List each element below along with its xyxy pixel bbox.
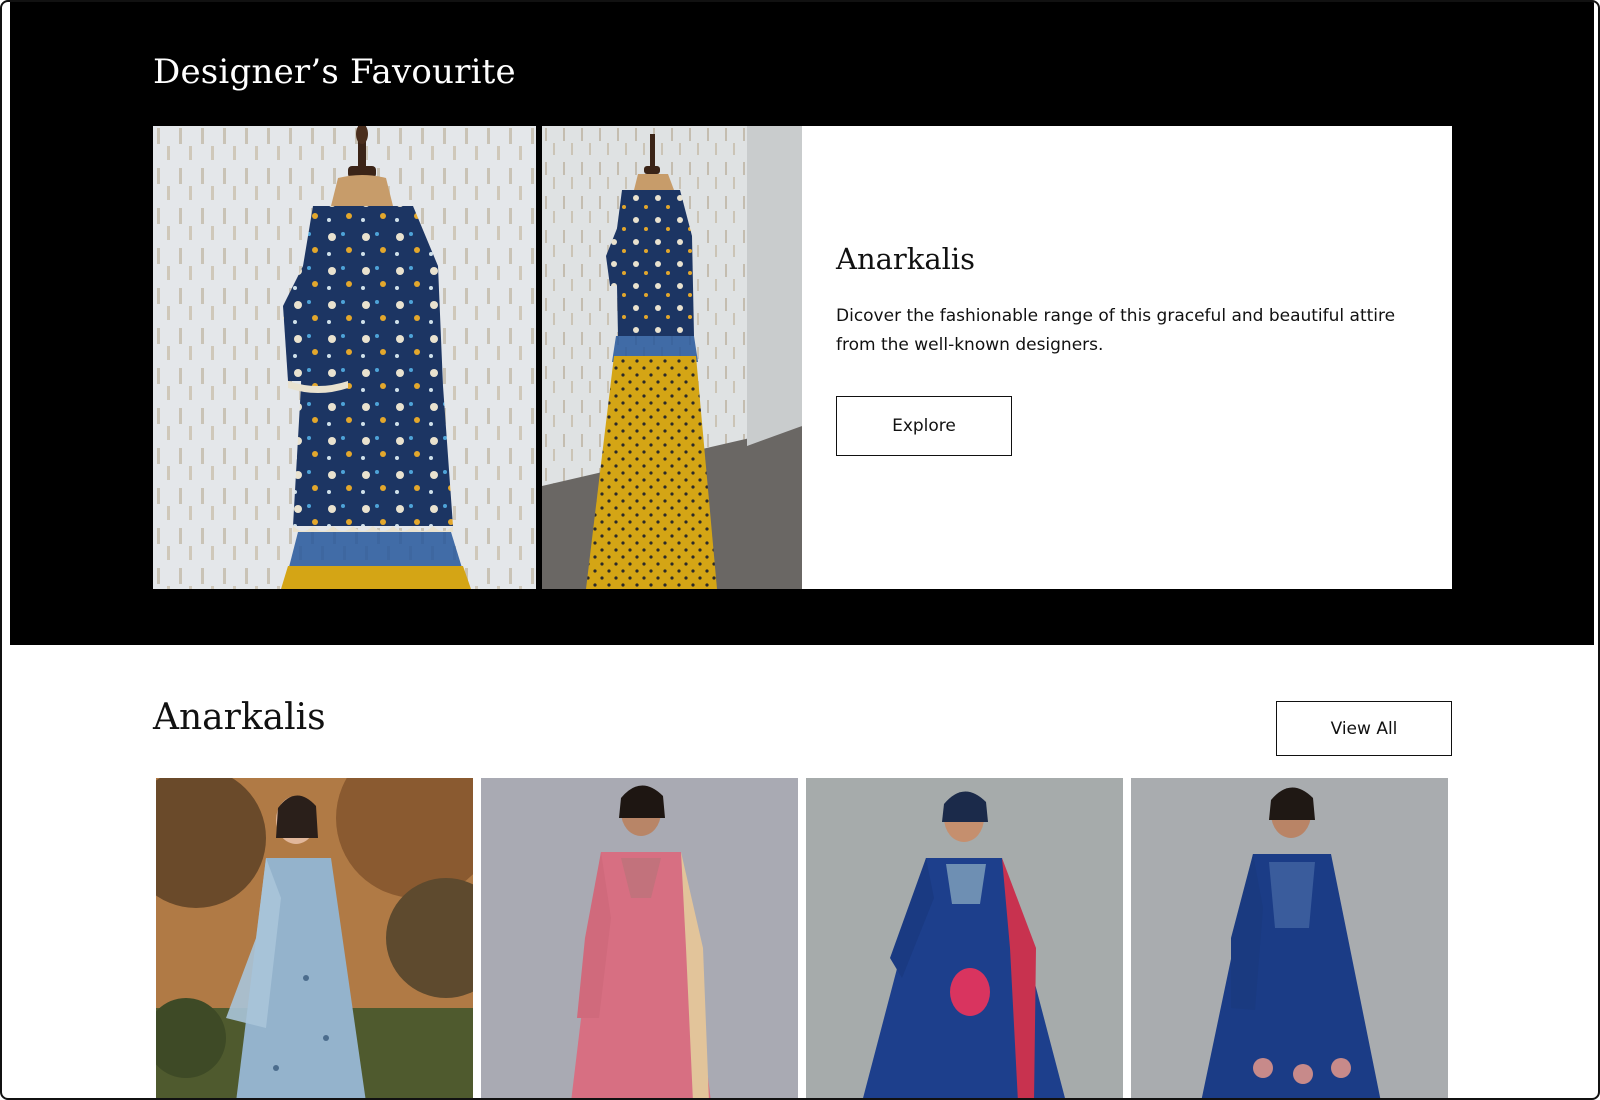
featured-image-2[interactable] bbox=[542, 126, 802, 589]
explore-button[interactable]: Explore bbox=[836, 396, 1012, 456]
product-card[interactable] bbox=[806, 778, 1123, 1098]
product-card[interactable] bbox=[156, 778, 473, 1098]
product-image bbox=[481, 778, 798, 1098]
featured-image-1[interactable] bbox=[153, 126, 536, 589]
product-image bbox=[806, 778, 1123, 1098]
view-all-button[interactable]: View All bbox=[1276, 701, 1452, 756]
designers-favourite-section: Designer’s Favourite Anarkalis Dicover t… bbox=[10, 2, 1594, 645]
collection-title: Anarkalis bbox=[153, 697, 326, 738]
product-image bbox=[1131, 778, 1448, 1098]
featured-card: Anarkalis Dicover the fashionable range … bbox=[802, 126, 1452, 589]
card-heading: Anarkalis bbox=[836, 242, 976, 276]
product-card[interactable] bbox=[481, 778, 798, 1098]
product-image bbox=[156, 778, 473, 1098]
mannequin-full-image bbox=[542, 126, 802, 589]
mannequin-closeup-image bbox=[153, 126, 536, 589]
product-card[interactable] bbox=[1131, 778, 1448, 1098]
page-frame: Designer’s Favourite Anarkalis Dicover t… bbox=[0, 0, 1600, 1100]
section-title: Designer’s Favourite bbox=[153, 52, 516, 92]
card-description: Dicover the fashionable range of this gr… bbox=[836, 306, 1396, 355]
